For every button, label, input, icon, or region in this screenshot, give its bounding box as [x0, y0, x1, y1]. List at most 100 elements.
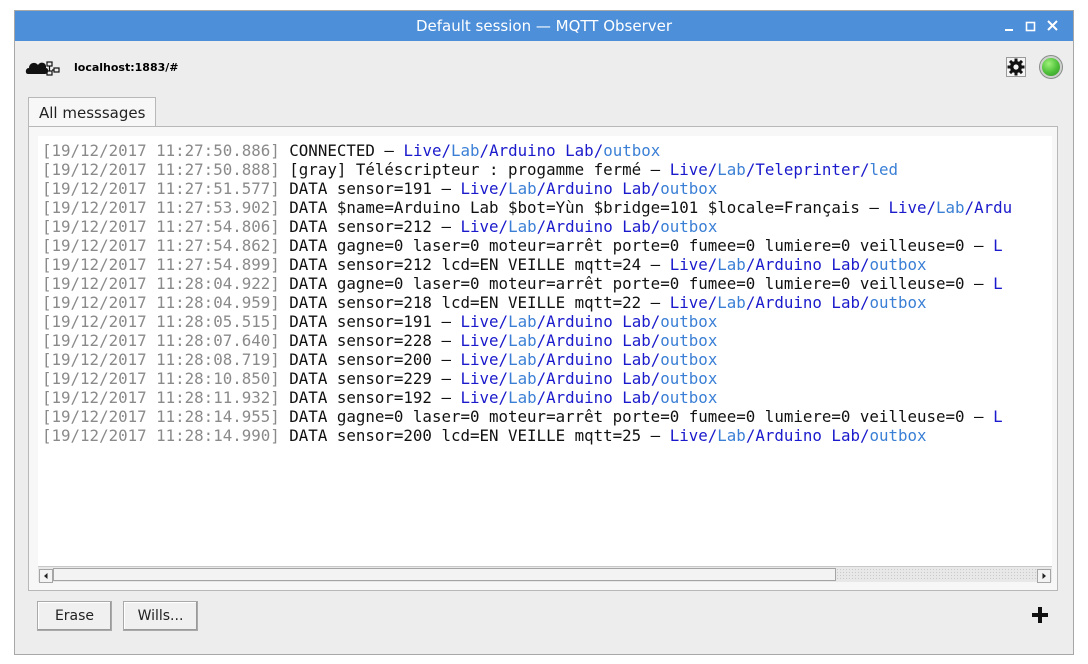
topic-segment[interactable]: Live [461, 179, 499, 198]
topic-segment[interactable]: Lab [717, 160, 746, 179]
topic-separator: / [536, 179, 547, 198]
topic-segment[interactable]: Arduino Lab [546, 179, 651, 198]
erase-button[interactable]: Erase [37, 601, 112, 631]
topic-segment[interactable]: Live [461, 217, 499, 236]
close-icon[interactable] [1045, 18, 1061, 34]
topic-segment[interactable]: outbox [660, 179, 717, 198]
topic-segment[interactable]: outbox [603, 141, 660, 160]
topic-segment[interactable]: Arduino Lab [489, 141, 594, 160]
topic-segment[interactable]: L [993, 407, 1003, 426]
log-separator: — [431, 388, 461, 407]
scrollbar-track[interactable] [836, 568, 1036, 581]
topic-segment[interactable]: Live [888, 198, 926, 217]
topic-segment[interactable]: Arduino Lab [546, 312, 651, 331]
topic-segment[interactable]: outbox [660, 331, 717, 350]
topic-segment[interactable]: Arduino Lab [755, 255, 860, 274]
topic-segment[interactable]: Live [461, 350, 499, 369]
topic-segment[interactable]: Lab [717, 255, 746, 274]
topic-separator: / [536, 217, 547, 236]
topic-separator: / [498, 331, 509, 350]
topic-segment[interactable]: Arduino Lab [546, 388, 651, 407]
plus-icon[interactable] [1031, 606, 1049, 624]
topic-segment[interactable]: Ardu [974, 198, 1012, 217]
topic-segment[interactable]: Lab [508, 388, 537, 407]
topic-segment[interactable]: Lab [508, 331, 537, 350]
title-bar[interactable]: Default session — MQTT Observer [15, 11, 1073, 41]
topic-segment[interactable]: outbox [660, 369, 717, 388]
topic-segment[interactable]: outbox [660, 217, 717, 236]
topic-separator: / [498, 217, 509, 236]
topic-separator: / [498, 388, 509, 407]
topic-segment[interactable]: Lab [508, 369, 537, 388]
log-timestamp: [19/12/2017 11:27:54.899] [42, 255, 280, 274]
topic-segment[interactable]: Live [670, 293, 708, 312]
log-separator: — [431, 312, 461, 331]
log-message: DATA sensor=212 lcd=EN VEILLE mqtt=24 [289, 255, 642, 274]
topic-segment[interactable]: Live [403, 141, 441, 160]
topic-segment[interactable]: Arduino Lab [546, 350, 651, 369]
log-line: [19/12/2017 11:27:50.888] [gray] Téléscr… [42, 160, 1012, 179]
log-timestamp: [19/12/2017 11:27:50.888] [42, 160, 280, 179]
maximize-icon[interactable] [1023, 18, 1039, 34]
topic-segment[interactable]: Live [670, 426, 708, 445]
log-lines: [19/12/2017 11:27:50.886] CONNECTED — Li… [42, 141, 1012, 445]
cloud-network-icon[interactable] [25, 58, 61, 78]
topic-segment[interactable]: L [993, 274, 1003, 293]
log-timestamp: [19/12/2017 11:28:07.640] [42, 331, 280, 350]
log-line: [19/12/2017 11:27:54.899] DATA sensor=21… [42, 255, 1012, 274]
topic-segment[interactable]: Live [461, 331, 499, 350]
topic-segment[interactable]: Live [670, 160, 708, 179]
topic-segment[interactable]: Teleprinter [755, 160, 860, 179]
topic-segment[interactable]: L [993, 236, 1003, 255]
topic-separator: / [745, 293, 756, 312]
topic-segment[interactable]: Live [461, 312, 499, 331]
topic-segment[interactable]: outbox [660, 312, 717, 331]
log-timestamp: [19/12/2017 11:28:11.932] [42, 388, 280, 407]
log-timestamp: [19/12/2017 11:28:04.959] [42, 293, 280, 312]
message-log[interactable]: [19/12/2017 11:27:50.886] CONNECTED — Li… [38, 136, 1052, 566]
topic-segment[interactable]: Arduino Lab [546, 217, 651, 236]
log-message: DATA sensor=192 [289, 388, 432, 407]
topic-segment[interactable]: Live [670, 255, 708, 274]
topic-segment[interactable]: Lab [451, 141, 480, 160]
topic-segment[interactable]: Arduino Lab [755, 293, 860, 312]
topic-separator: / [964, 198, 975, 217]
horizontal-scrollbar[interactable] [38, 566, 1052, 583]
topic-separator: / [707, 426, 718, 445]
topic-segment[interactable]: Lab [508, 217, 537, 236]
topic-segment[interactable]: outbox [660, 388, 717, 407]
topic-segment[interactable]: outbox [869, 426, 926, 445]
topic-segment[interactable]: Arduino Lab [546, 369, 651, 388]
log-timestamp: [19/12/2017 11:28:05.515] [42, 312, 280, 331]
topic-separator: / [745, 160, 756, 179]
log-timestamp: [19/12/2017 11:27:54.862] [42, 236, 280, 255]
topic-segment[interactable]: Live [461, 369, 499, 388]
log-separator: — [641, 255, 670, 274]
topic-separator: / [536, 369, 547, 388]
scroll-right-icon[interactable] [1037, 568, 1051, 583]
topic-segment[interactable]: Lab [508, 179, 537, 198]
topic-segment[interactable]: outbox [660, 350, 717, 369]
gear-icon[interactable] [1006, 57, 1026, 77]
topic-segment[interactable]: Arduino Lab [755, 426, 860, 445]
log-timestamp: [19/12/2017 11:28:10.850] [42, 369, 280, 388]
topic-segment[interactable]: Lab [936, 198, 965, 217]
scroll-left-icon[interactable] [39, 568, 53, 583]
minimize-icon[interactable] [1002, 18, 1018, 34]
log-timestamp: [19/12/2017 11:28:08.719] [42, 350, 280, 369]
scrollbar-thumb[interactable] [53, 568, 836, 581]
topic-segment[interactable]: led [869, 160, 898, 179]
log-separator: — [431, 331, 461, 350]
tab-all-messages[interactable]: All messsages [28, 97, 157, 127]
topic-segment[interactable]: Lab [508, 312, 537, 331]
wills-button[interactable]: Wills... [123, 601, 198, 631]
topic-segment[interactable]: Arduino Lab [546, 331, 651, 350]
topic-segment[interactable]: outbox [869, 293, 926, 312]
topic-segment[interactable]: Lab [717, 426, 746, 445]
topic-segment[interactable]: outbox [869, 255, 926, 274]
topic-segment[interactable]: Lab [508, 350, 537, 369]
app-window: Default session — MQTT Observer localhos… [14, 10, 1074, 655]
topic-separator: / [441, 141, 451, 160]
topic-segment[interactable]: Lab [717, 293, 746, 312]
topic-segment[interactable]: Live [461, 388, 499, 407]
